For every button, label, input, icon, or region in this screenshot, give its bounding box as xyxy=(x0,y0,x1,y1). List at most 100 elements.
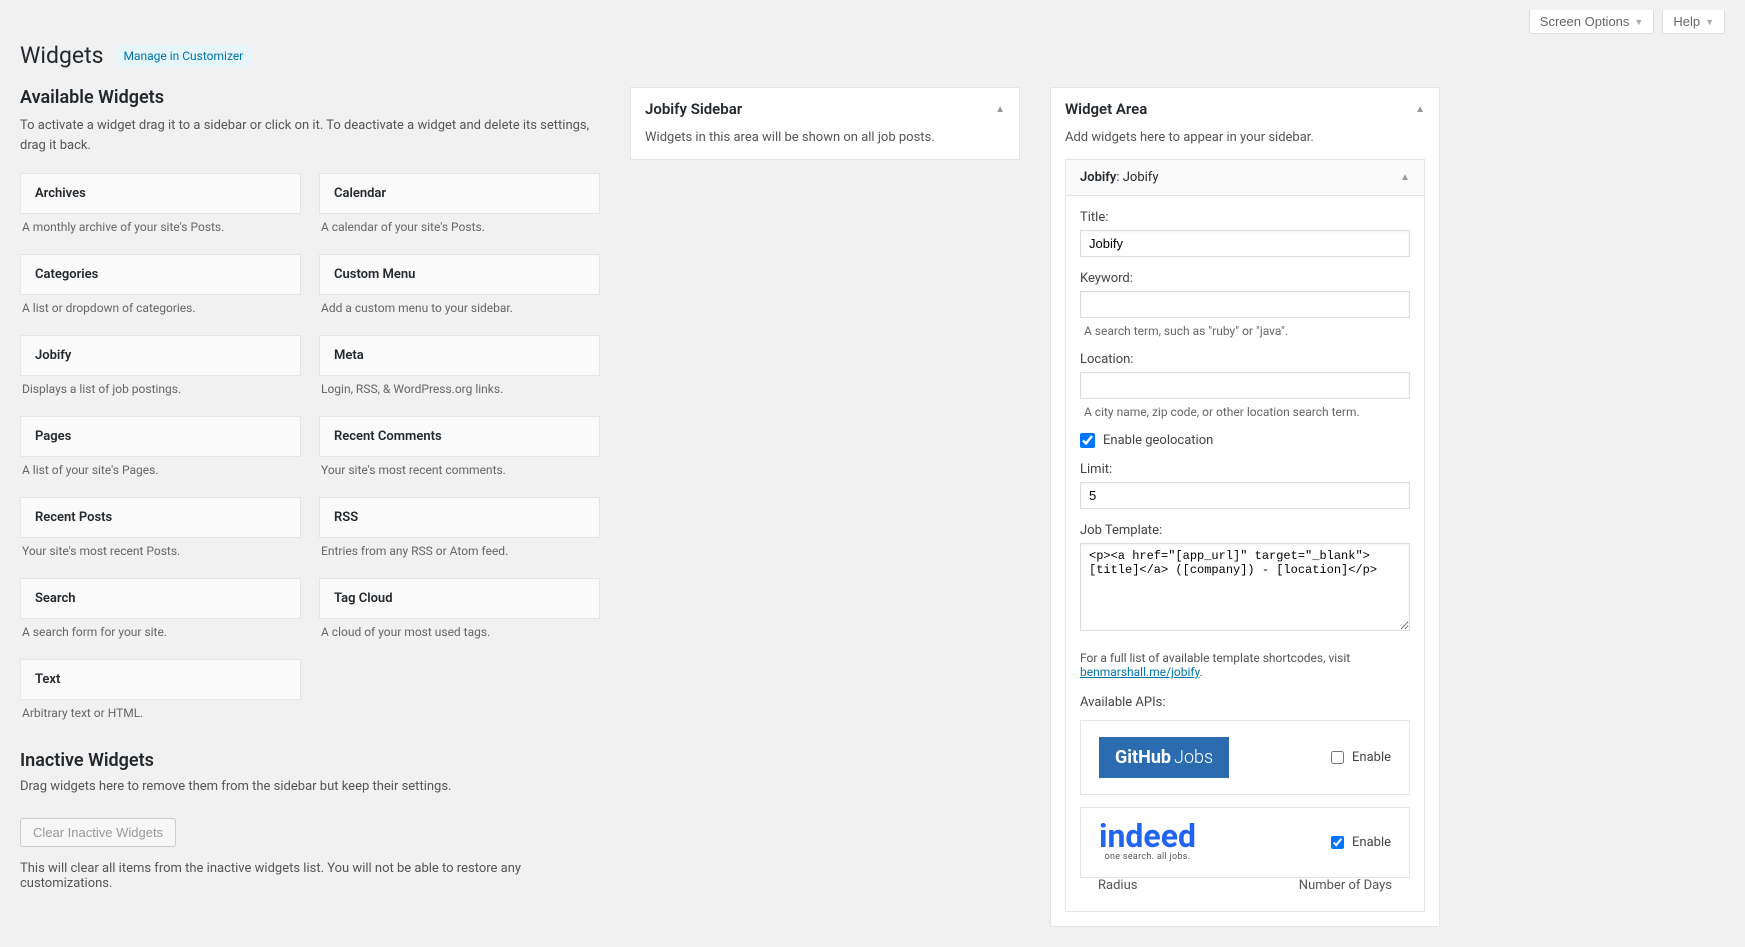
widget-desc: Login, RSS, & WordPress.org links. xyxy=(319,382,600,396)
page-header: Widgets Manage in Customizer xyxy=(20,42,1725,69)
widget-desc: A list or dropdown of categories. xyxy=(20,301,301,315)
chevron-up-icon: ▲ xyxy=(1415,104,1425,115)
page-title: Widgets xyxy=(20,42,103,69)
widget-cell: Search A search form for your site. xyxy=(20,578,301,659)
jobify-sidebar-title: Jobify Sidebar xyxy=(645,100,742,118)
github-jobs-logo: GitHubJobs xyxy=(1099,737,1229,778)
available-widget-custom-menu[interactable]: Custom Menu xyxy=(319,254,600,295)
available-widget-meta[interactable]: Meta xyxy=(319,335,600,376)
available-widget-calendar[interactable]: Calendar xyxy=(319,173,600,214)
available-widget-pages[interactable]: Pages xyxy=(20,416,301,457)
title-label: Title: xyxy=(1080,210,1410,225)
template-label: Job Template: xyxy=(1080,523,1410,538)
indeed-subfields: Radius Number of Days xyxy=(1080,878,1410,893)
jobify-sidebar-desc: Widgets in this area will be shown on al… xyxy=(645,130,935,145)
widget-cell: Categories A list or dropdown of categori… xyxy=(20,254,301,335)
help-label: Help xyxy=(1673,14,1700,29)
geolocation-label: Enable geolocation xyxy=(1103,433,1213,448)
widget-area-header[interactable]: Widget Area ▲ xyxy=(1051,88,1439,130)
clear-inactive-note: This will clear all items from the inact… xyxy=(20,861,600,891)
github-enable-row: Enable xyxy=(1331,750,1391,765)
widget-cell: Calendar A calendar of your site's Posts. xyxy=(319,173,600,254)
widget-area-panel: Widget Area ▲ Add widgets here to appear… xyxy=(1050,87,1440,927)
screen-options-button[interactable]: Screen Options ▼ xyxy=(1529,10,1655,34)
keyword-hint: A search term, such as "ruby" or "java". xyxy=(1084,324,1410,338)
widget-cell: Custom Menu Add a custom menu to your sid… xyxy=(319,254,600,335)
chevron-down-icon: ▼ xyxy=(1705,17,1714,27)
widget-cell: Archives A monthly archive of your site's… xyxy=(20,173,301,254)
limit-label: Limit: xyxy=(1080,462,1410,477)
available-widget-archives[interactable]: Archives xyxy=(20,173,301,214)
jobify-widget-title: Jobify: Jobify xyxy=(1080,170,1158,185)
widget-cell: Meta Login, RSS, & WordPress.org links. xyxy=(319,335,600,416)
jobify-sidebar-column: Jobify Sidebar ▲ Widgets in this area wi… xyxy=(630,87,1020,160)
manage-in-customizer-link[interactable]: Manage in Customizer xyxy=(115,45,251,67)
jobify-widget-header[interactable]: Jobify: Jobify ▲ xyxy=(1066,160,1424,196)
inactive-widgets-title: Inactive Widgets xyxy=(20,750,600,771)
widget-cell: Recent Posts Your site's most recent Post… xyxy=(20,497,301,578)
github-enable-label: Enable xyxy=(1352,750,1391,765)
widget-area-body: Add widgets here to appear in your sideb… xyxy=(1051,130,1439,926)
available-widget-categories[interactable]: Categories xyxy=(20,254,301,295)
days-label: Number of Days xyxy=(1299,878,1392,893)
screen-options-label: Screen Options xyxy=(1540,14,1630,29)
widget-desc: Your site's most recent comments. xyxy=(319,463,600,477)
api-github-box: GitHubJobs Enable xyxy=(1080,720,1410,795)
available-widget-recent-posts[interactable]: Recent Posts xyxy=(20,497,301,538)
widget-desc: A monthly archive of your site's Posts. xyxy=(20,220,301,234)
available-widget-search[interactable]: Search xyxy=(20,578,301,619)
available-widget-tag-cloud[interactable]: Tag Cloud xyxy=(319,578,600,619)
available-widget-recent-comments[interactable]: Recent Comments xyxy=(319,416,600,457)
available-widgets-column: Available Widgets To activate a widget d… xyxy=(20,87,600,891)
template-textarea[interactable] xyxy=(1080,543,1410,631)
widget-desc: A calendar of your site's Posts. xyxy=(319,220,600,234)
inactive-widgets-desc: Drag widgets here to remove them from th… xyxy=(20,779,600,794)
available-widgets-desc: To activate a widget drag it to a sideba… xyxy=(20,116,600,155)
screen-meta-row: Screen Options ▼ Help ▼ xyxy=(20,0,1725,34)
widget-cell: RSS Entries from any RSS or Atom feed. xyxy=(319,497,600,578)
template-docs-link[interactable]: benmarshall.me/jobify xyxy=(1080,665,1200,679)
available-widget-jobify[interactable]: Jobify xyxy=(20,335,301,376)
widget-desc: Displays a list of job postings. xyxy=(20,382,301,396)
jobify-sidebar-header[interactable]: Jobify Sidebar ▲ xyxy=(631,88,1019,130)
widget-cell: Jobify Displays a list of job postings. xyxy=(20,335,301,416)
widget-area-column: Widget Area ▲ Add widgets here to appear… xyxy=(1050,87,1440,927)
widget-desc: Your site's most recent Posts. xyxy=(20,544,301,558)
geolocation-row: Enable geolocation xyxy=(1080,433,1410,448)
geolocation-checkbox[interactable] xyxy=(1080,433,1095,448)
widget-desc: Entries from any RSS or Atom feed. xyxy=(319,544,600,558)
available-apis-label: Available APIs: xyxy=(1080,695,1410,710)
widget-desc: A list of your site's Pages. xyxy=(20,463,301,477)
title-input[interactable] xyxy=(1080,230,1410,257)
jobify-sidebar-panel: Jobify Sidebar ▲ Widgets in this area wi… xyxy=(630,87,1020,160)
widget-desc: A search form for your site. xyxy=(20,625,301,639)
widget-cell: Text Arbitrary text or HTML. xyxy=(20,659,301,740)
radius-label: Radius xyxy=(1098,878,1137,893)
widget-cell: Recent Comments Your site's most recent c… xyxy=(319,416,600,497)
indeed-enable-label: Enable xyxy=(1352,835,1391,850)
limit-input[interactable] xyxy=(1080,482,1410,509)
inactive-widgets-section: Inactive Widgets Drag widgets here to re… xyxy=(20,750,600,891)
widget-desc: Add a custom menu to your sidebar. xyxy=(319,301,600,315)
template-note: For a full list of available template sh… xyxy=(1080,651,1410,679)
clear-inactive-widgets-button[interactable]: Clear Inactive Widgets xyxy=(20,818,176,847)
location-label: Location: xyxy=(1080,352,1410,367)
widget-cell: Pages A list of your site's Pages. xyxy=(20,416,301,497)
help-button[interactable]: Help ▼ xyxy=(1662,10,1725,34)
jobify-sidebar-body[interactable]: Widgets in this area will be shown on al… xyxy=(631,130,1019,159)
github-enable-checkbox[interactable] xyxy=(1331,751,1344,764)
location-hint: A city name, zip code, or other location… xyxy=(1084,405,1410,419)
widget-area-title: Widget Area xyxy=(1065,100,1147,118)
widget-desc: Arbitrary text or HTML. xyxy=(20,706,301,720)
keyword-label: Keyword: xyxy=(1080,271,1410,286)
keyword-input[interactable] xyxy=(1080,291,1410,318)
chevron-down-icon: ▼ xyxy=(1634,17,1643,27)
location-input[interactable] xyxy=(1080,372,1410,399)
indeed-enable-row: Enable xyxy=(1331,835,1391,850)
available-widget-rss[interactable]: RSS xyxy=(319,497,600,538)
jobify-widget-instance: Jobify: Jobify ▲ Title: Keyword: A searc… xyxy=(1065,159,1425,912)
indeed-logo: indeedone search. all jobs. xyxy=(1099,824,1196,861)
indeed-enable-checkbox[interactable] xyxy=(1331,836,1344,849)
available-widget-text[interactable]: Text xyxy=(20,659,301,700)
chevron-up-icon: ▲ xyxy=(995,104,1005,115)
